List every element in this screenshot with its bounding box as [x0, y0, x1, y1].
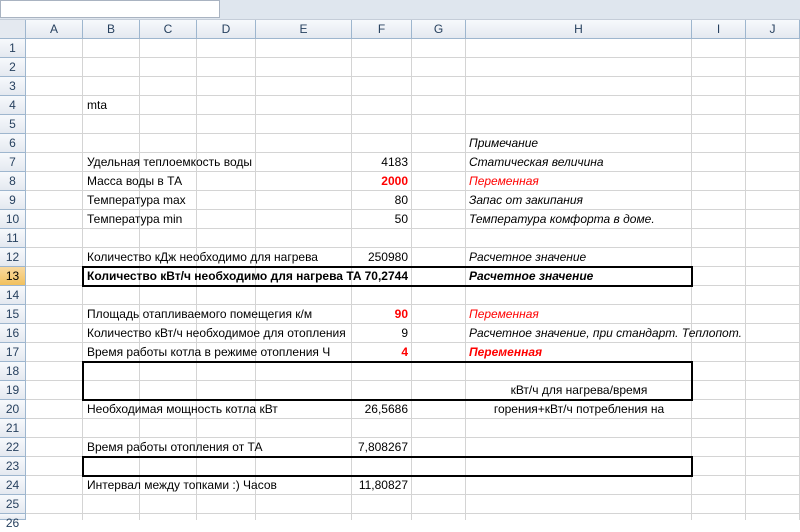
column-header-j[interactable]: J	[746, 20, 800, 39]
formula-bar-area	[0, 0, 800, 20]
cell-b10[interactable]: Температура min	[87, 210, 182, 228]
cell-h20[interactable]: горения+кВт/ч потребления на	[466, 400, 692, 418]
row-header-4[interactable]: 4	[0, 96, 26, 115]
name-box[interactable]	[0, 0, 220, 18]
cell-h17[interactable]: Переменная	[469, 343, 542, 361]
cell-b4[interactable]: mta	[87, 96, 107, 114]
column-header-b[interactable]: B	[83, 20, 140, 39]
row-header-3[interactable]: 3	[0, 77, 26, 96]
row-header-16[interactable]: 16	[0, 324, 26, 343]
row-header-17[interactable]: 17	[0, 343, 26, 362]
column-header-h[interactable]: H	[466, 20, 692, 39]
cell-h19[interactable]: кВт/ч для нагрева/время	[466, 381, 692, 399]
cell-b8[interactable]: Масса воды в ТА	[87, 172, 182, 190]
cell-h6[interactable]: Примечание	[469, 134, 538, 152]
cell-f16[interactable]: 9	[352, 324, 408, 342]
cell-f15[interactable]: 90	[352, 305, 408, 323]
cell-f17[interactable]: 4	[352, 343, 408, 361]
row-header-18[interactable]: 18	[0, 362, 26, 381]
cell-f20[interactable]: 26,5686	[352, 400, 408, 418]
row-header-21[interactable]: 21	[0, 419, 26, 438]
row-header-9[interactable]: 9	[0, 191, 26, 210]
cell-f8[interactable]: 2000	[352, 172, 408, 190]
row-header-7[interactable]: 7	[0, 153, 26, 172]
cell-h7[interactable]: Статическая величина	[469, 153, 604, 171]
row-header-14[interactable]: 14	[0, 286, 26, 305]
column-header-f[interactable]: F	[352, 20, 412, 39]
row-header-11[interactable]: 11	[0, 229, 26, 248]
row-header-5[interactable]: 5	[0, 115, 26, 134]
row-header-6[interactable]: 6	[0, 134, 26, 153]
column-header-i[interactable]: I	[692, 20, 746, 39]
cell-h9[interactable]: Запас от закипания	[469, 191, 583, 209]
row-header-2[interactable]: 2	[0, 58, 26, 77]
column-header-a[interactable]: A	[26, 20, 83, 39]
cell-f10[interactable]: 50	[352, 210, 408, 228]
row-header-15[interactable]: 15	[0, 305, 26, 324]
cell-b15[interactable]: Площадь отапливаемого помещегия к/м	[87, 305, 312, 323]
cell-f24[interactable]: 11,80827	[352, 476, 408, 494]
column-header-e[interactable]: E	[256, 20, 352, 39]
cell-f9[interactable]: 80	[352, 191, 408, 209]
cell-b12[interactable]: Количество кДж необходимо для нагрева	[87, 248, 318, 266]
cell-b7[interactable]: Удельная теплоемкость воды	[87, 153, 252, 171]
cell-h16[interactable]: Расчетное значение, при стандарт. Теплоп…	[469, 324, 742, 342]
cell-b22[interactable]: Время работы отопления от ТА	[87, 438, 262, 456]
cell-h13[interactable]: Расчетное значение	[469, 267, 593, 285]
row-header-23[interactable]: 23	[0, 457, 26, 476]
row-24-border	[82, 456, 693, 477]
row-header-13[interactable]: 13	[0, 267, 26, 286]
row-header-25[interactable]: 25	[0, 495, 26, 514]
row-header-26[interactable]: 26	[0, 514, 26, 530]
select-all-corner[interactable]	[0, 20, 26, 39]
row-header-24[interactable]: 24	[0, 476, 26, 495]
column-header-c[interactable]: C	[140, 20, 197, 39]
cell-f7[interactable]: 4183	[352, 153, 408, 171]
cell-b20[interactable]: Необходимая мощность котла кВт	[87, 400, 278, 418]
row-header-8[interactable]: 8	[0, 172, 26, 191]
cell-h10[interactable]: Температура комфорта в доме.	[469, 210, 655, 228]
column-header-g[interactable]: G	[412, 20, 466, 39]
cell-f22[interactable]: 7,808267	[352, 438, 408, 456]
cell-b13[interactable]: Количество кВт/ч необходимо для нагрева …	[87, 267, 362, 285]
row-header-20[interactable]: 20	[0, 400, 26, 419]
cell-h15[interactable]: Переменная	[469, 305, 539, 323]
row-header-22[interactable]: 22	[0, 438, 26, 457]
cell-f12[interactable]: 250980	[352, 248, 408, 266]
row-header-10[interactable]: 10	[0, 210, 26, 229]
cell-b9[interactable]: Температура max	[87, 191, 186, 209]
cell-h12[interactable]: Расчетное значение	[469, 248, 586, 266]
cell-b16[interactable]: Количество кВт/ч необходимое для отоплен…	[87, 324, 346, 342]
cell-f13[interactable]: 70,2744	[352, 267, 408, 285]
row-header-12[interactable]: 12	[0, 248, 26, 267]
cell-b24[interactable]: Интервал между топками :) Часов	[87, 476, 277, 494]
cell-b17[interactable]: Время работы котла в режиме отопления Ч	[87, 343, 330, 361]
column-header-d[interactable]: D	[197, 20, 256, 39]
row-header-19[interactable]: 19	[0, 381, 26, 400]
row-header-1[interactable]: 1	[0, 39, 26, 58]
cell-h8[interactable]: Переменная	[469, 172, 539, 190]
